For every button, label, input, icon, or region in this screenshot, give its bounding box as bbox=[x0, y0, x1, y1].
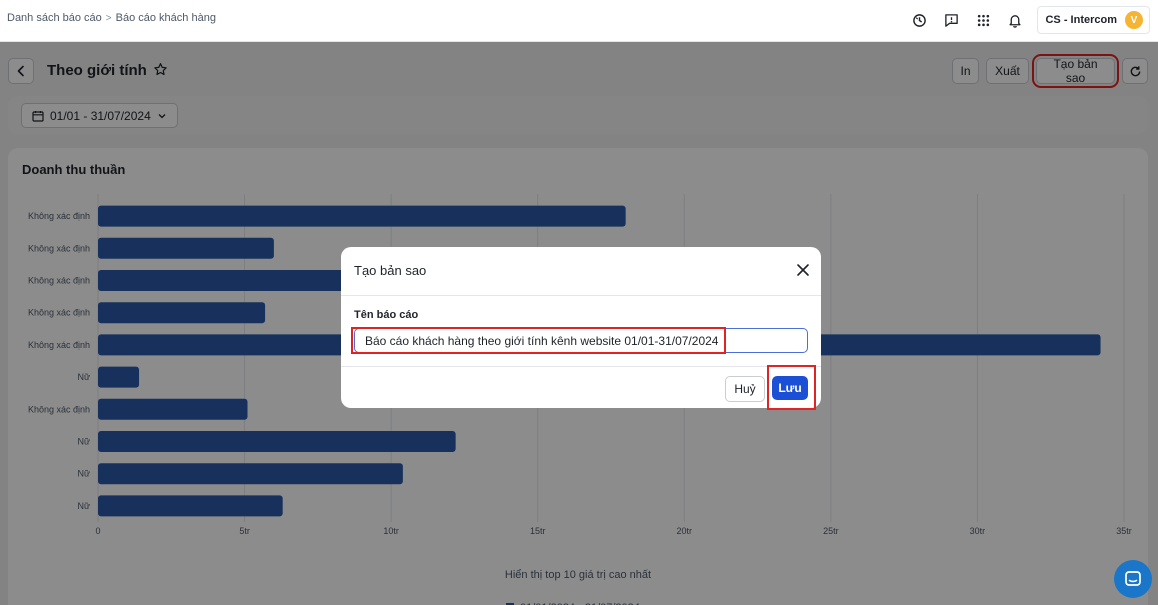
cancel-button[interactable]: Huỷ bbox=[725, 376, 765, 402]
workspace-name: CS - Intercom bbox=[1045, 14, 1117, 26]
breadcrumb-separator: > bbox=[105, 12, 112, 24]
dialog-title: Tạo bản sao bbox=[354, 263, 427, 278]
workspace-switcher[interactable]: CS - Intercom V bbox=[1037, 6, 1150, 34]
avatar: V bbox=[1125, 11, 1143, 29]
dialog-divider-bottom bbox=[341, 366, 821, 367]
duplicate-dialog: Tạo bản sao Tên báo cáo Huỷ Lưu bbox=[341, 247, 821, 410]
feedback-icon[interactable] bbox=[935, 7, 967, 33]
breadcrumb-item-reports[interactable]: Danh sách báo cáo bbox=[7, 12, 102, 24]
report-name-label: Tên báo cáo bbox=[354, 309, 419, 321]
chat-icon bbox=[1125, 571, 1141, 586]
apps-grid-icon[interactable] bbox=[967, 7, 999, 33]
top-icons: CS - Intercom V bbox=[903, 6, 1150, 34]
report-name-input[interactable] bbox=[354, 328, 808, 353]
breadcrumb-item-customer-report[interactable]: Báo cáo khách hàng bbox=[116, 12, 216, 24]
dialog-divider-top bbox=[341, 295, 821, 296]
history-icon[interactable] bbox=[903, 7, 935, 33]
breadcrumb: Danh sách báo cáo > Báo cáo khách hàng bbox=[7, 12, 216, 24]
top-bar: Danh sách báo cáo > Báo cáo khách hàng C… bbox=[0, 0, 1158, 42]
chat-button[interactable] bbox=[1114, 560, 1152, 598]
close-icon[interactable] bbox=[795, 262, 811, 278]
save-button[interactable]: Lưu bbox=[772, 376, 808, 400]
bell-icon[interactable] bbox=[999, 7, 1031, 33]
